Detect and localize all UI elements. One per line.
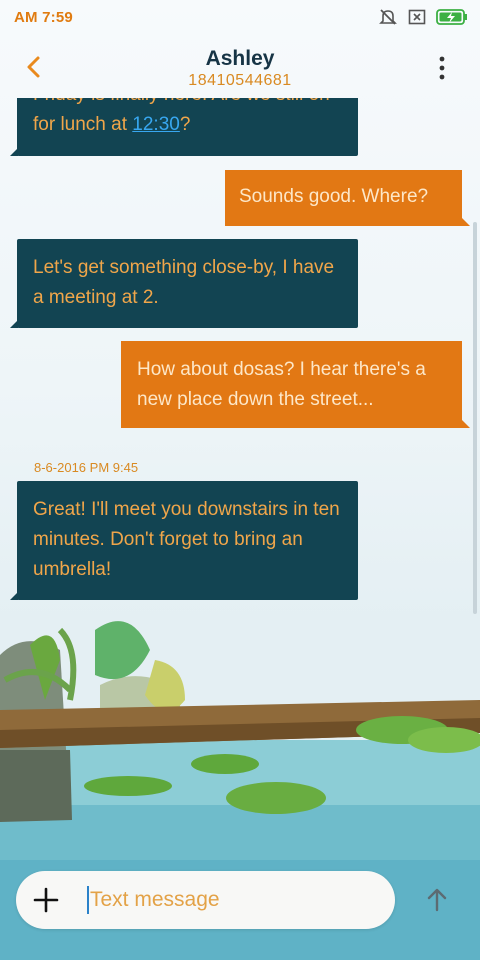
message-bubble-incoming[interactable]: Friday is finally here. Are we still on …	[10, 98, 358, 156]
status-bar: AM 7:59	[0, 0, 480, 34]
message-text: How about dosas? I hear there's a new pl…	[137, 359, 426, 410]
message-bubble-outgoing[interactable]: How about dosas? I hear there's a new pl…	[121, 341, 470, 428]
status-icons	[378, 7, 468, 27]
contact-name: Ashley	[205, 47, 275, 70]
message-bubble-outgoing[interactable]: Sounds good. Where?	[225, 170, 470, 226]
message-bubble-incoming[interactable]: Let's get something close-by, I have a m…	[10, 239, 358, 328]
thread-scrollbar[interactable]	[473, 222, 477, 614]
message-thread[interactable]: Friday is finally here. Are we still on …	[0, 98, 480, 618]
send-arrow-icon[interactable]	[420, 883, 454, 917]
text-cursor	[87, 886, 89, 914]
contact-info[interactable]: Ashley 18410544681	[0, 46, 480, 90]
message-timestamp: 8-6-2016 PM 9:45	[34, 460, 139, 475]
time-link[interactable]: 12:30	[132, 114, 180, 135]
message-bubble-incoming[interactable]: Great! I'll meet you downstairs in ten m…	[10, 481, 358, 600]
text-message-input[interactable]: Text message	[90, 886, 220, 914]
message-text: Let's get something close-by, I have a m…	[33, 257, 335, 308]
conversation-header: Ashley 18410544681	[0, 40, 480, 94]
message-composer[interactable]: Text message	[16, 871, 395, 929]
message-text: Friday is finally here. Are we still on …	[33, 98, 330, 135]
plus-icon[interactable]	[30, 884, 62, 916]
mute-icon	[379, 9, 397, 25]
battery-charging-icon	[436, 9, 467, 25]
more-vert-icon[interactable]	[432, 54, 452, 82]
close-box-icon	[408, 9, 426, 25]
message-text: Great! I'll meet you downstairs in ten m…	[33, 499, 340, 580]
message-text: Sounds good. Where?	[239, 186, 429, 207]
status-time: AM 7:59	[14, 8, 73, 26]
contact-number: 18410544681	[188, 72, 292, 89]
